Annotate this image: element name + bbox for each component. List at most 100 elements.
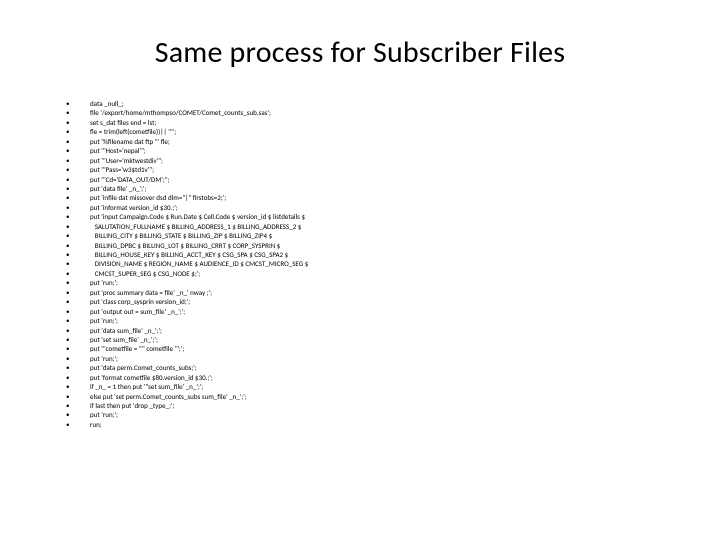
code-line: •put 'data sum_file' _n_';'; [66,326,672,335]
code-text: SALUTATION_FULLNAME $ BILLING_ADDRESS_1 … [90,222,301,231]
bullet-icon: • [66,118,90,127]
code-line: • BILLING_HOUSE_KEY $ BILLING_ACCT_KEY $… [66,250,672,259]
bullet-icon: • [66,288,90,297]
bullet-icon: • [66,326,90,335]
code-line: • BILLING_DPBC $ BILLING_LOT $ BILLING_C… [66,241,672,250]
bullet-icon: • [66,344,90,353]
bullet-icon: • [66,420,90,429]
bullet-icon: • [66,373,90,382]
code-text: put 'run;'; [90,316,118,325]
bullet-icon: • [66,99,90,108]
bullet-icon: • [66,269,90,278]
code-line: •put '"Host='nepal'"; [66,146,672,155]
code-line: •put 'infile dat missover dsd dlm="|" fi… [66,193,672,202]
bullet-icon: • [66,241,90,250]
code-text: else put 'set perm.Comet_counts_subs sum… [90,392,247,401]
bullet-icon: • [66,231,90,240]
code-text: DIVISION_NAME $ REGION_NAME $ AUDIENCE_I… [90,259,308,268]
code-text: BILLING_CITY $ BILLING_STATE $ BILLING_Z… [90,231,272,240]
code-text: put 'data sum_file' _n_';'; [90,326,162,335]
code-text: put 'proc summary data = file' _n_' nway… [90,288,212,297]
code-line: •put 'set sum_file' _n_';'; [66,335,672,344]
code-line: • CMCST_SUPER_SEG $ CSG_NODE $;'; [66,269,672,278]
bullet-icon: • [66,259,90,268]
code-text: file '/export/home/mthompso/COMET/Comet_… [90,108,271,117]
bullet-icon: • [66,335,90,344]
code-text: put 'run;'; [90,354,118,363]
code-line: •put 'output out = sum_file' _n_';'; [66,307,672,316]
code-text: put '"User='mktwestdiv'"; [90,156,163,165]
bullet-icon: • [66,127,90,136]
code-text: put '"cometfile = "'' cometfile '";'; [90,344,184,353]
bullet-icon: • [66,250,90,259]
code-block: •data _null_;•file '/export/home/mthomps… [66,99,672,429]
code-line: •file '/export/home/mthompso/COMET/Comet… [66,108,672,117]
code-line: •put 'input Campaign.Code $ Run.Date $ C… [66,212,672,221]
code-text: CMCST_SUPER_SEG $ CSG_NODE $;'; [90,269,200,278]
bullet-icon: • [66,382,90,391]
code-text: put 'data perm.Comet_counts_subs;'; [90,363,197,372]
code-text: put '%filename dat ftp "' fle; [90,137,170,146]
code-line: •fle = trim(left(cometfile))|| '"'; [66,127,672,136]
code-text: put 'run;'; [90,278,118,287]
bullet-icon: • [66,165,90,174]
bullet-icon: • [66,212,90,221]
bullet-icon: • [66,184,90,193]
code-line: •put 'run;'; [66,410,672,419]
code-line: •put 'format cometfile $80.version_id $3… [66,373,672,382]
bullet-icon: • [66,297,90,306]
code-line: • DIVISION_NAME $ REGION_NAME $ AUDIENCE… [66,259,672,268]
code-line: •put '"Pass='w3$td1v'"; [66,165,672,174]
code-line: •put 'run;'; [66,354,672,363]
code-line: • SALUTATION_FULLNAME $ BILLING_ADDRESS_… [66,222,672,231]
slide-title: Same process for Subscriber Files [48,34,672,71]
bullet-icon: • [66,316,90,325]
bullet-icon: • [66,363,90,372]
code-text: data _null_; [90,99,124,108]
code-line: •put '"cometfile = "'' cometfile '";'; [66,344,672,353]
code-text: BILLING_HOUSE_KEY $ BILLING_ACCT_KEY $ C… [90,250,288,259]
code-line: •put 'data file' _n_';'; [66,184,672,193]
code-text: if _n_ = 1 then put '"set sum_file' _n_'… [90,382,203,391]
code-text: put 'class corp_sysprin version_id;'; [90,297,190,306]
code-line: •put 'run;'; [66,316,672,325]
bullet-icon: • [66,222,90,231]
code-text: put 'infile dat missover dsd dlm="|" fir… [90,193,226,202]
code-line: •data _null_; [66,99,672,108]
code-text: fle = trim(left(cometfile))|| '"'; [90,127,176,136]
slide: Same process for Subscriber Files •data … [0,0,720,540]
code-line: •else put 'set perm.Comet_counts_subs su… [66,392,672,401]
bullet-icon: • [66,392,90,401]
bullet-icon: • [66,203,90,212]
bullet-icon: • [66,156,90,165]
bullet-icon: • [66,278,90,287]
code-line: •put '"User='mktwestdiv'"; [66,156,672,165]
bullet-icon: • [66,354,90,363]
code-line: •put 'informat version_id $30.;'; [66,203,672,212]
code-text: put '"Cd='DATA_OUT/DM';"; [90,175,169,184]
code-text: put 'output out = sum_file' _n_';'; [90,307,185,316]
bullet-icon: • [66,193,90,202]
code-text: put '"Pass='w3$td1v'"; [90,165,154,174]
code-line: • BILLING_CITY $ BILLING_STATE $ BILLING… [66,231,672,240]
code-text: put '"Host='nepal'"; [90,146,146,155]
bullet-icon: • [66,410,90,419]
code-line: •put '"Cd='DATA_OUT/DM';"; [66,175,672,184]
code-line: •set s_dat files end = lst; [66,118,672,127]
code-line: •put 'class corp_sysprin version_id;'; [66,297,672,306]
bullet-icon: • [66,146,90,155]
bullet-icon: • [66,137,90,146]
code-text: BILLING_DPBC $ BILLING_LOT $ BILLING_CRR… [90,241,280,250]
code-text: put 'input Campaign.Code $ Run.Date $ Ce… [90,212,305,221]
code-text: put 'run;'; [90,410,118,419]
code-line: •if last then put 'drop _type_;'; [66,401,672,410]
code-line: •put 'data perm.Comet_counts_subs;'; [66,363,672,372]
code-text: put 'informat version_id $30.;'; [90,203,178,212]
code-text: put 'format cometfile $80.version_id $30… [90,373,213,382]
code-line: •put '%filename dat ftp "' fle; [66,137,672,146]
code-line: •put 'run;'; [66,278,672,287]
code-line: •if _n_ = 1 then put '"set sum_file' _n_… [66,382,672,391]
bullet-icon: • [66,401,90,410]
code-text: set s_dat files end = lst; [90,118,156,127]
bullet-icon: • [66,307,90,316]
